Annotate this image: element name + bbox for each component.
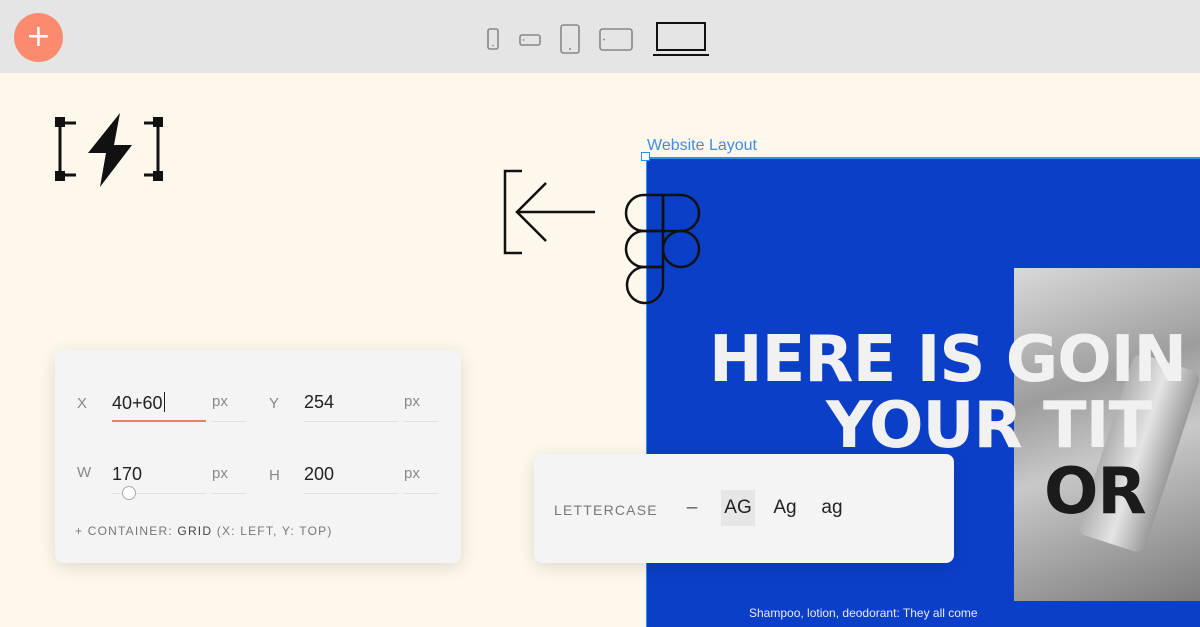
y-unit: px	[404, 393, 420, 410]
lettercase-lower-option[interactable]: ag	[815, 490, 849, 526]
w-slider-knob[interactable]	[122, 486, 136, 500]
container-info: + CONTAINER: GRID (X: LEFT, Y: TOP)	[75, 524, 333, 538]
h-label: H	[269, 467, 280, 484]
container-value[interactable]: GRID	[177, 524, 212, 538]
h-unit-underline	[404, 493, 438, 494]
headline-line-3: OR	[1044, 455, 1147, 529]
position-size-panel: X 40+60 px Y 254 px W 170 px H 200 px + …	[55, 350, 461, 563]
w-label: W	[77, 464, 92, 481]
x-unit-underline	[212, 421, 246, 422]
laptop-icon[interactable]	[652, 21, 710, 57]
lettercase-none-option[interactable]: –	[679, 490, 705, 526]
y-input-underline	[304, 421, 398, 422]
h-input[interactable]: 200	[304, 464, 334, 485]
lightning-bolt-frame-icon	[54, 113, 166, 194]
top-toolbar: +	[0, 0, 1200, 73]
h-input-underline	[304, 493, 398, 494]
lettercase-title-option[interactable]: Ag	[768, 490, 802, 526]
x-label: X	[77, 395, 88, 412]
figma-logo-icon	[624, 193, 702, 310]
headline-line-1: HERE IS GOIN	[709, 323, 1187, 397]
lettercase-upper-option[interactable]: AG	[721, 490, 755, 526]
h-unit: px	[404, 465, 420, 482]
x-input[interactable]: 40+60	[112, 392, 166, 414]
y-input[interactable]: 254	[304, 392, 334, 413]
w-unit-underline	[212, 493, 246, 494]
lettercase-label: LETTERCASE	[554, 502, 658, 518]
y-unit-underline	[404, 421, 438, 422]
x-unit: px	[212, 393, 228, 410]
phone-landscape-icon[interactable]	[519, 34, 541, 46]
frame-resize-handle[interactable]	[641, 152, 650, 161]
container-detail: (X: LEFT, Y: TOP)	[216, 524, 333, 538]
headline-line-2: YOUR TIT	[826, 389, 1152, 463]
import-arrow-icon	[502, 169, 598, 262]
frame-caption: Shampoo, lotion, deodorant: They all com…	[749, 606, 978, 620]
tablet-landscape-icon[interactable]	[599, 28, 633, 51]
frame-label[interactable]: Website Layout	[647, 137, 757, 155]
y-label: Y	[269, 395, 280, 412]
x-input-underline	[112, 420, 206, 422]
w-input[interactable]: 170	[112, 464, 142, 485]
w-unit: px	[212, 465, 228, 482]
container-prefix: + CONTAINER:	[75, 524, 173, 538]
phone-portrait-icon[interactable]	[487, 28, 499, 50]
lettercase-panel: LETTERCASE – AG Ag ag	[534, 454, 954, 563]
add-button[interactable]: +	[14, 13, 63, 62]
tablet-portrait-icon[interactable]	[560, 24, 580, 54]
